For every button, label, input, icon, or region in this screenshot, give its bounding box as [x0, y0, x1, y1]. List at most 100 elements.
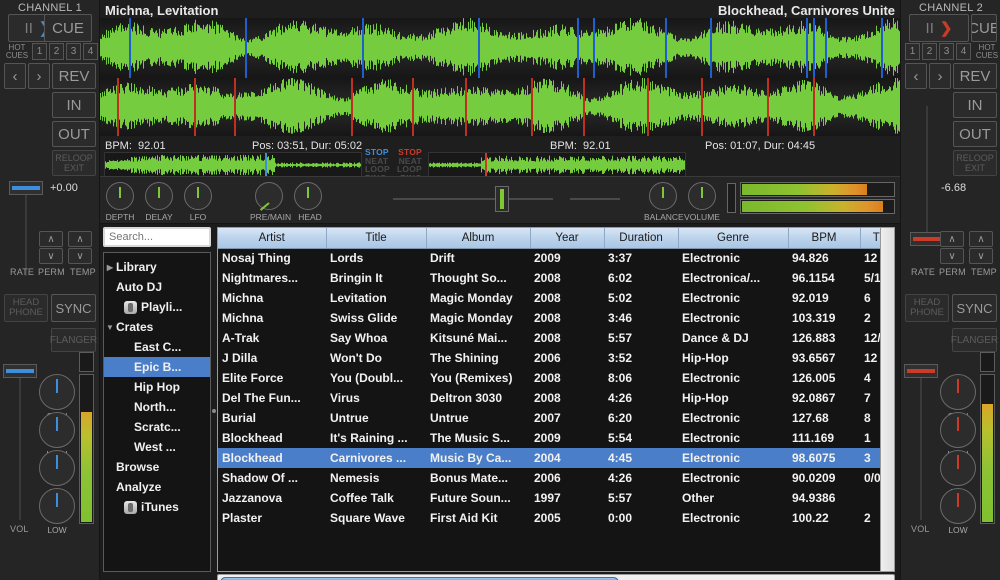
deck-2-rate-slider-track[interactable]: [926, 106, 928, 246]
deck-2-rate-slider-handle[interactable]: [910, 232, 944, 246]
deck-2-next-track-button[interactable]: ›: [929, 63, 951, 89]
deck-2-hotcue-4[interactable]: 4: [956, 43, 971, 60]
tree-item-browse[interactable]: Browse: [104, 457, 210, 477]
deck-1-loop-out-button[interactable]: OUT: [52, 121, 96, 147]
column-header-artist[interactable]: Artist: [218, 228, 326, 248]
deck-2-hotcue-1[interactable]: 1: [905, 43, 920, 60]
tree-item-playli[interactable]: Playli...: [104, 297, 210, 317]
scroll-left-arrow[interactable]: ◀: [864, 576, 878, 580]
table-row[interactable]: A-TrakSay WhoaKitsuné Mai...20085:57Danc…: [218, 328, 895, 348]
deck-1-temp-up-button[interactable]: ∧: [68, 231, 92, 247]
deck-2-perm-up-button[interactable]: ∧: [940, 231, 964, 247]
table-row[interactable]: Elite ForceYou (Doubl...You (Remixes)200…: [218, 368, 895, 388]
effect-delay-knob[interactable]: [145, 182, 173, 210]
search-input[interactable]: [103, 227, 211, 247]
table-row[interactable]: BurialUntrueUntrue20076:20Electronic127.…: [218, 408, 895, 428]
table-row[interactable]: J DillaWon't DoThe Shining20063:52Hip-Ho…: [218, 348, 895, 368]
deck-1-hotcue-1[interactable]: 1: [32, 43, 47, 60]
tree-item-east-c[interactable]: East C...: [104, 337, 210, 357]
table-row[interactable]: Shadow Of ...NemesisBonus Mate...20064:2…: [218, 468, 895, 488]
balance-knob[interactable]: [649, 182, 677, 210]
table-row[interactable]: Del The Fun...VirusDeltron 303020084:26H…: [218, 388, 895, 408]
tree-item-auto-dj[interactable]: Auto DJ: [104, 277, 210, 297]
search-field[interactable]: [109, 231, 205, 243]
deck-1-cue-button[interactable]: CUE: [44, 14, 92, 42]
deck-1-sync-button[interactable]: SYNC: [51, 294, 96, 322]
deck-1-hotcue-2[interactable]: 2: [49, 43, 64, 60]
column-header-genre[interactable]: Genre: [678, 228, 788, 248]
deck-2-low-knob[interactable]: [940, 488, 976, 524]
tree-item-north[interactable]: North...: [104, 397, 210, 417]
deck-1-waveform[interactable]: [100, 18, 900, 78]
deck-2-high-knob[interactable]: [940, 412, 976, 448]
deck-1-low-knob[interactable]: [39, 488, 75, 524]
deck-1-high-knob[interactable]: [39, 412, 75, 448]
deck-1-gain-knob[interactable]: [39, 374, 75, 410]
volume-knob[interactable]: [688, 182, 716, 210]
tree-item-epic-b[interactable]: Epic B...: [104, 357, 210, 377]
table-row[interactable]: MichnaSwiss GlideMagic Monday20083:46Ele…: [218, 308, 895, 328]
tree-item-library[interactable]: ▶Library: [104, 257, 210, 277]
track-table-body[interactable]: Nosaj ThingLordsDrift20093:37Electronic9…: [218, 248, 895, 528]
deck-1-reloop-exit-button[interactable]: RELOOP EXIT: [52, 150, 96, 176]
tree-item-crates[interactable]: ▼Crates: [104, 317, 210, 337]
table-row[interactable]: MichnaLevitationMagic Monday20085:02Elec…: [218, 288, 895, 308]
deck-2-flanger-button[interactable]: FLANGER: [952, 328, 997, 352]
table-row[interactable]: JazzanovaCoffee TalkFuture Soun...19975:…: [218, 488, 895, 508]
deck-1-volume-fader-track[interactable]: [19, 368, 21, 520]
column-header-duration[interactable]: Duration: [604, 228, 678, 248]
deck-2-play-pause-button[interactable]: II ❯: [909, 14, 969, 42]
deck-1-rate-slider-track[interactable]: [25, 186, 27, 276]
tree-item-west[interactable]: West ...: [104, 437, 210, 457]
deck-2-reverse-button[interactable]: REV: [953, 63, 997, 89]
table-row[interactable]: PlasterSquare WaveFirst Aid Kit20050:00E…: [218, 508, 895, 528]
table-row[interactable]: Nightmares...Bringin ItThought So...2008…: [218, 268, 895, 288]
deck-2-hotcue-3[interactable]: 3: [939, 43, 954, 60]
deck-2-mid-knob[interactable]: [940, 450, 976, 486]
twisty-icon[interactable]: ▼: [104, 323, 116, 332]
effect-lfo-knob[interactable]: [184, 182, 212, 210]
deck-2-headphone-button[interactable]: HEAD PHONE: [905, 294, 949, 322]
deck-2-waveform[interactable]: [100, 78, 900, 136]
deck-1-next-track-button[interactable]: ›: [28, 63, 50, 89]
pre-main-knob[interactable]: [255, 182, 283, 210]
deck-1-temp-down-button[interactable]: ∨: [68, 248, 92, 264]
deck-1-overview-waveform[interactable]: [104, 152, 362, 178]
column-header-bpm[interactable]: BPM: [788, 228, 860, 248]
deck-2-volume-fader-track[interactable]: [920, 368, 922, 520]
deck-1-perm-up-button[interactable]: ∧: [39, 231, 63, 247]
deck-1-prev-track-button[interactable]: ‹: [4, 63, 26, 89]
table-row[interactable]: BlockheadCarnivores ...Music By Ca...200…: [218, 448, 895, 468]
deck-2-sync-button[interactable]: SYNC: [952, 294, 997, 322]
table-horizontal-scrollbar[interactable]: ◀ ▶: [217, 574, 895, 580]
deck-1-flanger-button[interactable]: FLANGER: [51, 328, 96, 352]
track-table-container[interactable]: ArtistTitleAlbumYearDurationGenreBPMTrac…: [217, 227, 895, 572]
deck-1-volume-fader-handle[interactable]: [3, 364, 37, 378]
library-tree[interactable]: ▶LibraryAuto DJPlayli...▼CratesEast C...…: [103, 252, 211, 572]
deck-2-loop-out-button[interactable]: OUT: [953, 121, 997, 147]
twisty-icon[interactable]: ▶: [104, 263, 116, 272]
crossfader-track[interactable]: [393, 198, 553, 200]
column-header-title[interactable]: Title: [326, 228, 426, 248]
deck-1-loop-in-button[interactable]: IN: [52, 92, 96, 118]
deck-1-mid-knob[interactable]: [39, 450, 75, 486]
deck-1-perm-down-button[interactable]: ∨: [39, 248, 63, 264]
tree-resize-handle[interactable]: [212, 409, 216, 413]
deck-1-reverse-button[interactable]: REV: [52, 63, 96, 89]
deck-2-perm-down-button[interactable]: ∨: [940, 248, 964, 264]
tree-item-hip-hop[interactable]: Hip Hop: [104, 377, 210, 397]
head-volume-knob[interactable]: [294, 182, 322, 210]
deck-2-cue-button[interactable]: CUE: [971, 14, 997, 42]
deck-2-reloop-exit-button[interactable]: RELOOP EXIT: [953, 150, 997, 176]
deck-2-prev-track-button[interactable]: ‹: [905, 63, 927, 89]
column-header-album[interactable]: Album: [426, 228, 530, 248]
deck-2-gain-knob[interactable]: [940, 374, 976, 410]
deck-1-hotcue-3[interactable]: 3: [66, 43, 81, 60]
tree-item-itunes[interactable]: iTunes: [104, 497, 210, 517]
effect-depth-knob[interactable]: [106, 182, 134, 210]
scroll-right-arrow[interactable]: ▶: [879, 576, 893, 580]
deck-2-volume-fader-handle[interactable]: [904, 364, 938, 378]
table-row[interactable]: Nosaj ThingLordsDrift20093:37Electronic9…: [218, 248, 895, 268]
table-row[interactable]: BlockheadIt's Raining ...The Music S...2…: [218, 428, 895, 448]
deck-1-headphone-button[interactable]: HEAD PHONE: [4, 294, 48, 322]
